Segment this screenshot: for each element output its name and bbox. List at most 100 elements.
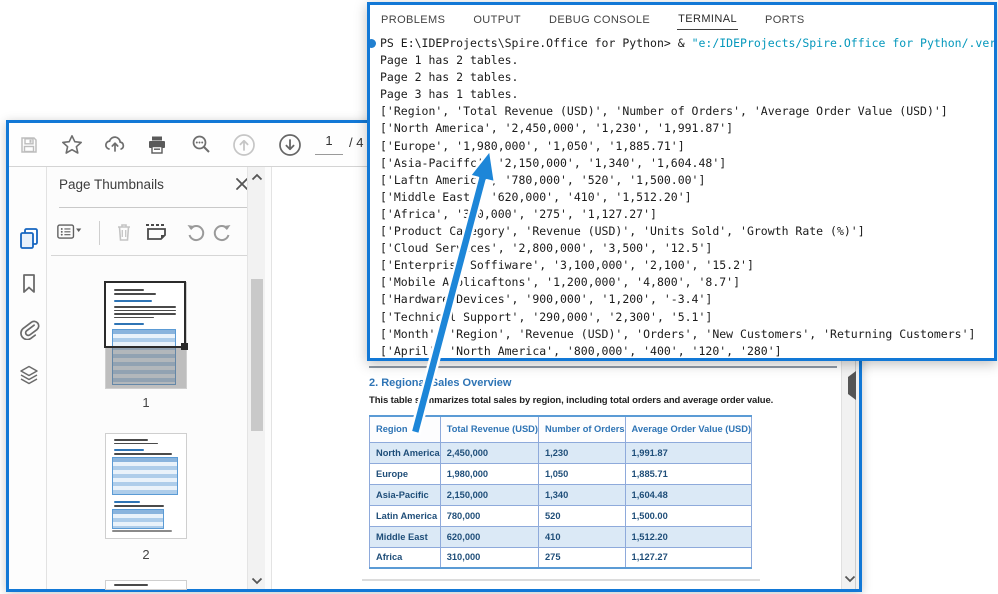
page-total-label: / 4 [349, 135, 363, 150]
attachments-icon[interactable] [17, 317, 41, 341]
share-upload-icon[interactable] [100, 130, 130, 160]
thumbnail-label-2: 2 [106, 547, 186, 562]
thumbnail-page-2[interactable] [106, 434, 186, 538]
terminal-line: ['Europe', '1,980,000', '1,050', '1,885.… [380, 138, 994, 155]
terminal-line: ['Middle East', '620,000', '410', '1,512… [380, 189, 994, 206]
panel-divider [51, 255, 257, 256]
terminal-line: ['Region', 'Total Revenue (USD)', 'Numbe… [380, 103, 994, 120]
terminal-line: Page 2 has 2 tables. [380, 69, 994, 86]
thumbnail-page-3[interactable] [106, 581, 186, 589]
table-header-cell: Number of Orders [538, 416, 625, 442]
terminal-tab-output[interactable]: OUTPUT [472, 9, 522, 30]
terminal-line: Page 1 has 2 tables. [380, 52, 994, 69]
star-icon[interactable] [57, 130, 87, 160]
terminal-line: ['Enterprise Soffiware', '3,100,000', '2… [380, 257, 994, 274]
table-header-cell: Average Order Value (USD) [625, 416, 752, 442]
table-cell: 1,340 [538, 484, 625, 505]
page-thumbnails-panel: Page Thumbnails [47, 167, 271, 589]
terminal-line: ['April', 'North America', '800,000', '4… [380, 343, 994, 358]
table-cell: 1,230 [538, 442, 625, 463]
terminal-command-text: "e:/IDEProjects/Spire.Office for Python/… [692, 36, 994, 50]
table-cell: North America [370, 442, 441, 463]
page-thumbnails-icon[interactable] [17, 227, 41, 251]
table-cell: 1,050 [538, 463, 625, 484]
page-number-input[interactable]: 1 [315, 133, 343, 155]
terminal-tab-terminal[interactable]: TERMINAL [677, 8, 738, 30]
terminal-line: ['Laftn America', '780,000', '520', '1,5… [380, 172, 994, 189]
toolbar-separator [99, 221, 100, 245]
terminal-tab-bar: PROBLEMS OUTPUT DEBUG CONSOLE TERMINAL PORTS [380, 5, 806, 33]
regional-sales-table: RegionTotal Revenue (USD)Number of Order… [369, 415, 752, 569]
sidebar-icon-rail [9, 167, 47, 589]
terminal-tab-problems[interactable]: PROBLEMS [380, 9, 446, 30]
save-icon[interactable] [14, 130, 44, 160]
print-icon[interactable] [142, 130, 172, 160]
rotate-cw-icon[interactable] [209, 219, 235, 245]
panel-divider [59, 207, 251, 208]
scroll-down-icon[interactable] [250, 575, 264, 587]
document-section-heading: 2. Regional Sales Overview [369, 377, 511, 389]
table-cell: 310,000 [440, 547, 538, 568]
terminal-window: PROBLEMS OUTPUT DEBUG CONSOLE TERMINAL PORTS… [367, 2, 997, 361]
zoom-search-icon[interactable] [186, 130, 216, 160]
thumbnail-toolbar [47, 215, 271, 251]
occluded-table-edge [369, 366, 837, 368]
table-cell: 2,150,000 [440, 484, 538, 505]
page-up-icon[interactable] [229, 130, 259, 160]
terminal-line: ['Cloud Services', '2,800,000', '3,500',… [380, 240, 994, 257]
screenshot-root: 1 / 4 Page Thumbnails [0, 0, 998, 594]
terminal-line: ['Hardware Devices', '900,000', '1,200',… [380, 291, 994, 308]
thumbnail-view-rect[interactable] [104, 281, 186, 348]
table-cell: 1,980,000 [440, 463, 538, 484]
table-cell: 520 [538, 505, 625, 526]
extract-page-icon[interactable] [143, 219, 169, 245]
table-cell: 1,885.71 [625, 463, 752, 484]
table-cell: 410 [538, 526, 625, 547]
table-cell: 1,127.27 [625, 547, 752, 568]
table-row: Europe1,980,0001,0501,885.71 [370, 463, 752, 484]
table-cell: 275 [538, 547, 625, 568]
rotate-ccw-icon[interactable] [183, 219, 209, 245]
terminal-prompt-line: PS E:\IDEProjects\Spire.Office for Pytho… [380, 35, 994, 52]
terminal-line: Page 3 has 1 tables. [380, 86, 994, 103]
page-down-icon[interactable] [275, 130, 305, 160]
document-description: This table summarizes total sales by reg… [369, 395, 773, 406]
delete-page-icon[interactable] [111, 219, 137, 245]
layers-icon[interactable] [17, 363, 41, 387]
table-header-cell: Total Revenue (USD) [440, 416, 538, 442]
table-cell: Europe [370, 463, 441, 484]
table-row: Latin America780,0005201,500.00 [370, 505, 752, 526]
scroll-up-icon[interactable] [250, 171, 264, 183]
table-cell: Asia-Pacific [370, 484, 441, 505]
thumbnail-label-1: 1 [106, 395, 186, 410]
table-cell: Middle East [370, 526, 441, 547]
table-header-row: RegionTotal Revenue (USD)Number of Order… [370, 416, 752, 442]
bookmarks-icon[interactable] [17, 272, 41, 296]
thumbnail-page-1[interactable] [106, 283, 186, 388]
thumbnail-offview-shade [106, 348, 186, 388]
terminal-line: ['Technical Support', '290,000', '2,300'… [380, 309, 994, 326]
terminal-line: ['Asia-Paciffc', '2,150,000', '1,340', '… [380, 155, 994, 172]
table-cell: Latin America [370, 505, 441, 526]
table-cell: 780,000 [440, 505, 538, 526]
terminal-line: ['Month', 'Region', 'Revenue (USD)', 'Or… [380, 326, 994, 343]
table-row: Africa310,0002751,127.27 [370, 547, 752, 568]
terminal-tab-ports[interactable]: PORTS [764, 9, 806, 30]
doc-scroll-down-icon[interactable] [843, 573, 857, 585]
thumbnail-options-icon[interactable] [57, 219, 83, 245]
table-cell: 620,000 [440, 526, 538, 547]
table-cell: Africa [370, 547, 441, 568]
table-cell: 1,604.48 [625, 484, 752, 505]
panel-title: Page Thumbnails [59, 177, 164, 192]
collapse-right-icon[interactable] [848, 377, 856, 395]
page-section-separator [362, 579, 760, 581]
table-row: Asia-Pacific2,150,0001,3401,604.48 [370, 484, 752, 505]
thumbnails-scrollbar[interactable] [247, 167, 265, 589]
view-rect-handle[interactable] [181, 343, 188, 350]
table-cell: 1,500.00 [625, 505, 752, 526]
scrollbar-thumb[interactable] [251, 279, 263, 431]
terminal-line: ['Product Category', 'Revenue (USD)', 'U… [380, 223, 994, 240]
terminal-tab-debug-console[interactable]: DEBUG CONSOLE [548, 9, 651, 30]
table-cell: 1,512.20 [625, 526, 752, 547]
table-cell: 1,991.87 [625, 442, 752, 463]
